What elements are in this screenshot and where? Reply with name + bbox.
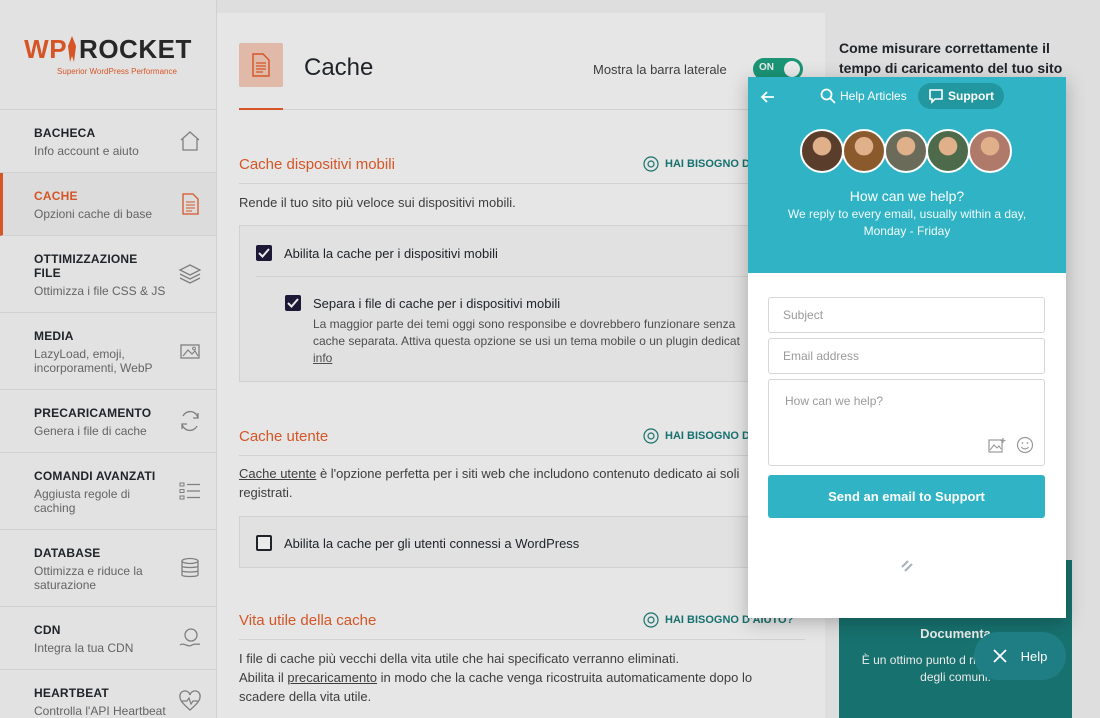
logo-rocket-text: ROCKET (79, 33, 192, 64)
tab-support[interactable]: Support (918, 83, 1004, 109)
help-launcher-button[interactable]: Help (974, 632, 1066, 680)
image-icon (180, 344, 200, 359)
avatar (926, 129, 970, 173)
sidebar-item-bacheca[interactable]: BACHECA Info account e aiuto (0, 110, 216, 173)
option-divider (256, 276, 808, 277)
avatar (884, 129, 928, 173)
database-icon (181, 557, 199, 578)
load-time-article-title[interactable]: Come misurare correttamente il tempo di … (839, 38, 1079, 78)
sidebar-item-precaricamento[interactable]: PRECARICAMENTO Genera i file di cache (0, 390, 216, 453)
separate-mobile-cache-label: Separa i file di cache per i dispositivi… (313, 296, 561, 311)
list-icon (179, 482, 200, 500)
sidebar-item-cdn[interactable]: CDN Integra la tua CDN (0, 607, 216, 670)
logged-users-cache-label: Abilita la cache per gli utenti connessi… (284, 536, 580, 551)
avatar (842, 129, 886, 173)
widget-heading: How can we help? (849, 188, 965, 204)
help-link-user[interactable]: HAI BISOGNO D (643, 428, 750, 444)
section-divider (239, 639, 805, 640)
section-title-mobile: Cache dispositivi mobili (239, 156, 395, 173)
logo-wp-text: WP (24, 33, 68, 64)
separate-mobile-cache-checkbox[interactable] (285, 295, 301, 311)
emoji-icon[interactable] (1016, 436, 1034, 454)
header-underline (239, 108, 283, 110)
mobile-cache-checkbox[interactable] (256, 245, 272, 261)
section-title-user: Cache utente (239, 428, 329, 445)
sidebar: WP ROCKET Superior WordPress Performance… (0, 0, 217, 718)
mobile-options-box: Abilita la cache per i dispositivi mobil… (239, 225, 809, 382)
avatar (800, 129, 844, 173)
avatar (968, 129, 1012, 173)
support-team-avatars (800, 129, 1012, 173)
toggle-knob (784, 61, 800, 77)
rocket-icon (68, 36, 77, 62)
section-desc-user: Cache utente è l'opzione perfetta per i … (239, 466, 740, 500)
sidebar-item-ottimizzazione-file[interactable]: OTTIMIZZAZIONE FILE Ottimizza i file CSS… (0, 236, 216, 313)
lifebuoy-icon (643, 428, 659, 444)
section-desc-lifespan: I file di cache più vecchi della vita ut… (239, 651, 753, 704)
sidebar-item-media[interactable]: MEDIA LazyLoad, emoji, incorporamenti, W… (0, 313, 216, 390)
user-cache-link[interactable]: Cache utente (239, 466, 316, 481)
lifebuoy-icon (643, 612, 659, 628)
section-desc-mobile: Rende il tuo sito più veloce sui disposi… (239, 195, 516, 210)
back-arrow-icon[interactable] (760, 89, 776, 105)
help-widget: Help Articles Support How can we help? W… (748, 77, 1066, 618)
helpscout-logo-icon (901, 560, 913, 572)
widget-subheading: We reply to every email, usually within … (787, 207, 1027, 238)
refresh-icon (181, 410, 199, 432)
document-icon (182, 193, 199, 215)
page-header: Cache Mostra la barra laterale ON (239, 13, 803, 110)
chat-bubble-icon (929, 89, 943, 104)
sidebar-item-comandi-avanzati[interactable]: COMANDI AVANZATI Aggiusta regole di cach… (0, 453, 216, 530)
subject-input[interactable] (768, 297, 1045, 333)
email-input[interactable] (768, 338, 1045, 374)
close-icon (992, 649, 1007, 663)
cdn-icon (179, 628, 201, 647)
layers-icon (178, 264, 202, 284)
logo[interactable]: WP ROCKET Superior WordPress Performance (0, 0, 216, 110)
separate-mobile-cache-desc: La maggior parte dei temi oggi sono resp… (313, 317, 740, 365)
sidebar-toggle-label: Mostra la barra laterale (593, 62, 727, 77)
sidebar-item-cache[interactable]: CACHE Opzioni cache di base (0, 173, 216, 236)
send-email-button[interactable]: Send an email to Support (768, 475, 1045, 518)
search-icon (820, 88, 836, 104)
more-info-link[interactable]: info (313, 351, 332, 365)
section-title-lifespan: Vita utile della cache (239, 612, 377, 629)
mobile-cache-label: Abilita la cache per i dispositivi mobil… (284, 246, 498, 261)
section-divider (239, 455, 805, 456)
attach-image-icon[interactable] (988, 437, 1006, 453)
page-title: Cache (304, 54, 374, 81)
tab-help-articles[interactable]: Help Articles (810, 83, 917, 109)
help-link-mobile[interactable]: HAI BISOGNO D (643, 156, 750, 172)
section-divider (239, 183, 805, 184)
lifebuoy-icon (643, 156, 659, 172)
logged-users-cache-checkbox[interactable] (256, 535, 272, 551)
user-options-box: Abilita la cache per gli utenti connessi… (239, 516, 809, 568)
preload-link[interactable]: precaricamento (287, 670, 377, 685)
logo-tagline: Superior WordPress Performance (57, 66, 177, 76)
heartbeat-icon (179, 690, 201, 711)
home-icon (180, 131, 200, 151)
main-content: Cache Mostra la barra laterale ON Cache … (217, 13, 825, 718)
sidebar-item-database[interactable]: DATABASE Ottimizza e riduce la saturazio… (0, 530, 216, 607)
cache-document-icon (239, 43, 283, 87)
sidebar-item-heartbeat[interactable]: HEARTBEAT Controlla l'API Heartbeat (0, 670, 216, 718)
widget-header: Help Articles Support How can we help? W… (748, 77, 1066, 273)
